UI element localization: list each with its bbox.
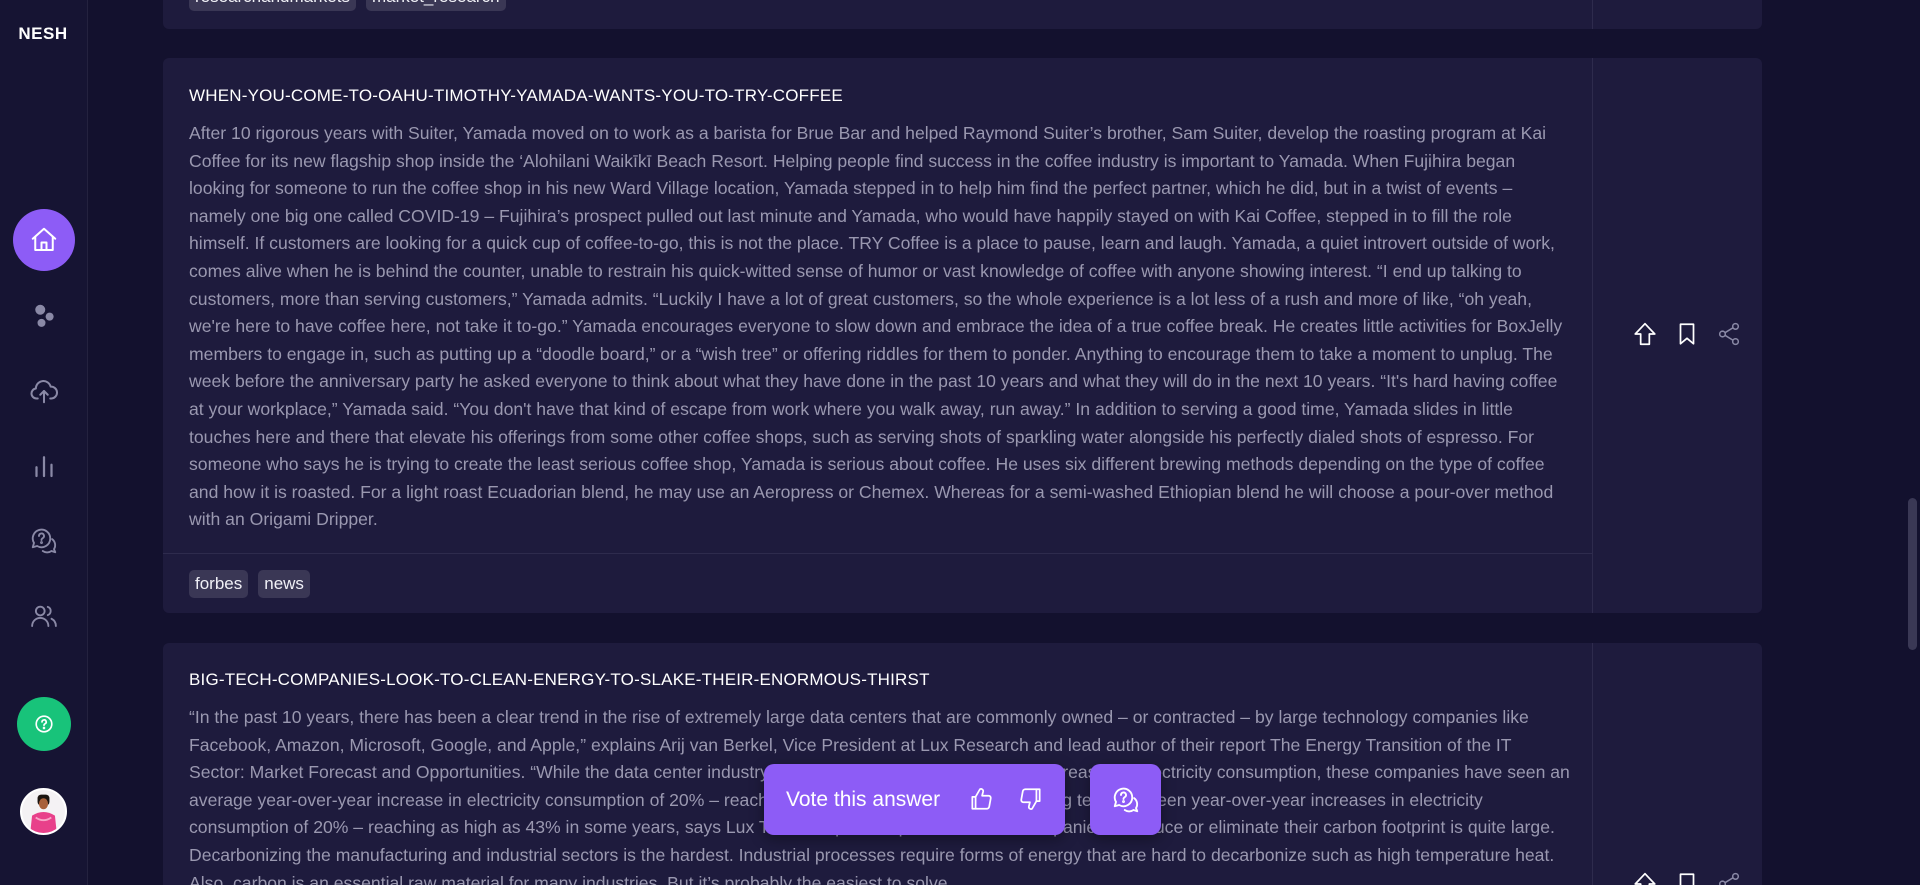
scrollbar-thumb[interactable] — [1908, 498, 1917, 650]
users-icon — [31, 605, 57, 627]
answer-actions — [1632, 871, 1742, 885]
share-icon — [1718, 872, 1740, 885]
question-chat-icon — [31, 528, 57, 554]
nav-analytics[interactable] — [13, 435, 75, 497]
vote-bar: Vote this answer — [764, 764, 1065, 835]
tag[interactable]: researchandmarkets — [189, 0, 356, 11]
answer-main: researchandmarkets market_research — [163, 0, 1593, 29]
share-icon — [1718, 322, 1740, 346]
upvote-button[interactable] — [1632, 321, 1658, 347]
answer-actions-panel — [1594, 0, 1762, 29]
tag[interactable]: forbes — [189, 569, 249, 598]
nav-home[interactable] — [13, 209, 75, 271]
tags-row: researchandmarkets market_research — [163, 0, 1593, 14]
answer-card: researchandmarkets market_research — [163, 0, 1762, 29]
bookmark-button[interactable] — [1674, 321, 1700, 347]
arrow-up-icon — [1634, 872, 1656, 885]
user-avatar[interactable] — [20, 788, 67, 835]
answer-card: WHEN-YOU-COME-TO-OAHU-TIMOTHY-YAMADA-WAN… — [163, 58, 1762, 613]
share-button[interactable] — [1716, 321, 1742, 347]
sidebar: NESH — [0, 0, 88, 885]
nav-upload[interactable] — [13, 360, 75, 422]
vote-label: Vote this answer — [786, 787, 941, 811]
answer-actions-panel — [1594, 58, 1762, 613]
answer-main: WHEN-YOU-COME-TO-OAHU-TIMOTHY-YAMADA-WAN… — [163, 58, 1593, 613]
dots-icon — [35, 304, 54, 327]
bookmark-icon — [1679, 873, 1695, 885]
bar-chart-icon — [35, 456, 53, 478]
tags-row: forbes news — [163, 553, 1593, 613]
answer-actions-panel — [1594, 643, 1762, 885]
nav-users[interactable] — [13, 585, 75, 647]
avatar-image — [22, 790, 65, 833]
bookmark-icon — [1679, 323, 1695, 345]
help-circle-icon — [35, 715, 53, 733]
home-icon — [31, 227, 57, 251]
nav-clusters[interactable] — [13, 285, 75, 347]
thumbs-up-icon — [971, 788, 992, 810]
tag[interactable]: market_research — [365, 0, 506, 11]
help-button[interactable] — [17, 697, 71, 751]
scrollbar[interactable] — [1904, 0, 1920, 885]
cloud-upload-icon — [30, 380, 58, 404]
arrow-up-icon — [1634, 322, 1656, 346]
thumbs-down-icon — [1020, 788, 1041, 810]
upvote-button[interactable] — [1632, 871, 1658, 885]
chat-button[interactable] — [1090, 764, 1161, 835]
answer-body: After 10 rigorous years with Suiter, Yam… — [189, 123, 1563, 530]
thumbs-up-button[interactable] — [966, 784, 996, 814]
answer-title[interactable]: BIG-TECH-COMPANIES-LOOK-TO-CLEAN-ENERGY-… — [189, 670, 930, 690]
brand-logo[interactable]: NESH — [0, 24, 86, 44]
bookmark-button[interactable] — [1674, 871, 1700, 885]
tag[interactable]: news — [258, 569, 310, 598]
thumbs-down-button[interactable] — [1016, 784, 1046, 814]
answer-title[interactable]: WHEN-YOU-COME-TO-OAHU-TIMOTHY-YAMADA-WAN… — [189, 86, 843, 106]
share-button[interactable] — [1716, 871, 1742, 885]
nav-questions[interactable] — [13, 510, 75, 572]
question-chat-icon — [1113, 787, 1138, 812]
answer-actions — [1632, 321, 1742, 347]
